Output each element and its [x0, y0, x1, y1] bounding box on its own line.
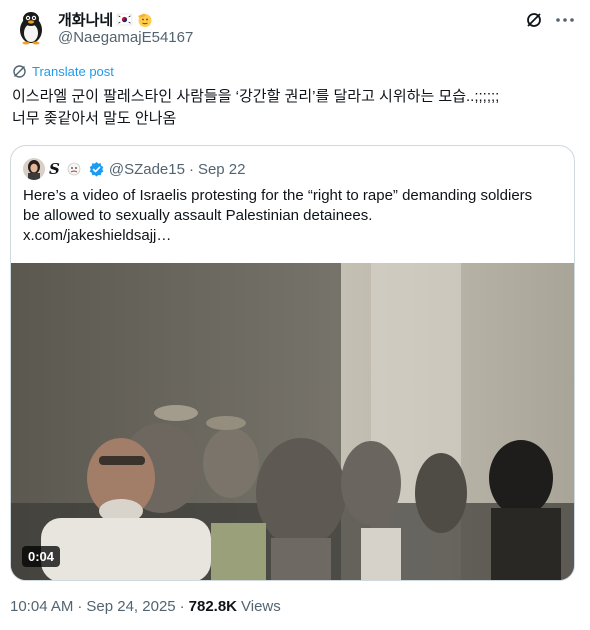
- quoted-post-text: Here’s a video of Israelis protesting fo…: [23, 186, 563, 246]
- verified-badge-icon: [89, 161, 104, 177]
- translate-label[interactable]: Translate post: [32, 64, 114, 79]
- quoted-post-header: S @SZade15 · Sep 22: [23, 158, 246, 180]
- quoted-author-handle[interactable]: @SZade15: [109, 161, 185, 178]
- views-label: Views: [241, 598, 281, 615]
- more-options-button[interactable]: [554, 10, 576, 30]
- post-text-line-1: 이스라엘 군이 팔레스타인 사람들을 ‘강간할 권리’를 달라고 시위하는 모습…: [12, 88, 500, 105]
- quoted-author-avatar[interactable]: [23, 158, 45, 180]
- author-display-name[interactable]: 개화나네: [58, 9, 113, 30]
- globe-icon: [13, 65, 26, 78]
- meta-separator: ·: [77, 598, 83, 615]
- post-text: 이스라엘 군이 팔레스타인 사람들을 ‘강간할 권리’를 달라고 시위하는 모습…: [12, 86, 572, 130]
- grok-button[interactable]: [524, 10, 544, 30]
- video-player[interactable]: 0:04: [11, 263, 574, 580]
- post-date[interactable]: Sep 24, 2025: [86, 598, 175, 615]
- woman-avatar-icon: [23, 158, 45, 180]
- translate-post-link[interactable]: Translate post: [12, 64, 114, 79]
- quoted-text-line-1: Here’s a video of Israelis protesting fo…: [23, 187, 533, 204]
- views-count: 782.8K: [188, 598, 238, 615]
- saluting-face-emoji-icon: [138, 13, 152, 27]
- more-horizontal-icon: [556, 18, 574, 22]
- post-text-line-2: 너무 좆같아서 말도 안나옴: [12, 110, 177, 127]
- avatar[interactable]: [12, 8, 50, 46]
- penguin-avatar-icon: [12, 8, 50, 46]
- quoted-text-line-2: be allowed to sexually assault Palestini…: [23, 207, 373, 224]
- south-korea-flag-icon: [116, 13, 133, 26]
- knight-chess-emoji-icon: [67, 162, 81, 176]
- post-time[interactable]: 10:04 AM: [10, 598, 73, 615]
- post-meta: 10:04 AM · Sep 24, 2025 · 782.8K Views: [10, 598, 281, 615]
- video-duration-badge: 0:04: [22, 546, 61, 567]
- quoted-post-date[interactable]: Sep 22: [198, 161, 246, 178]
- quoted-post[interactable]: S @SZade15 · Sep 22 Here’s a video of Is…: [10, 145, 575, 581]
- meta-separator: ·: [179, 598, 185, 615]
- post-header: 개화나네 @NaegamajE54167: [12, 6, 578, 50]
- quoted-author-name[interactable]: S: [49, 160, 60, 178]
- quoted-text-link[interactable]: x.com/jakeshieldsajj…: [23, 226, 563, 246]
- grok-icon: [527, 13, 541, 27]
- quoted-separator: ·: [188, 160, 194, 178]
- author-name-row[interactable]: 개화나네: [58, 9, 153, 30]
- author-handle[interactable]: @NaegamajE54167: [58, 29, 193, 46]
- video-thumbnail: [11, 263, 574, 580]
